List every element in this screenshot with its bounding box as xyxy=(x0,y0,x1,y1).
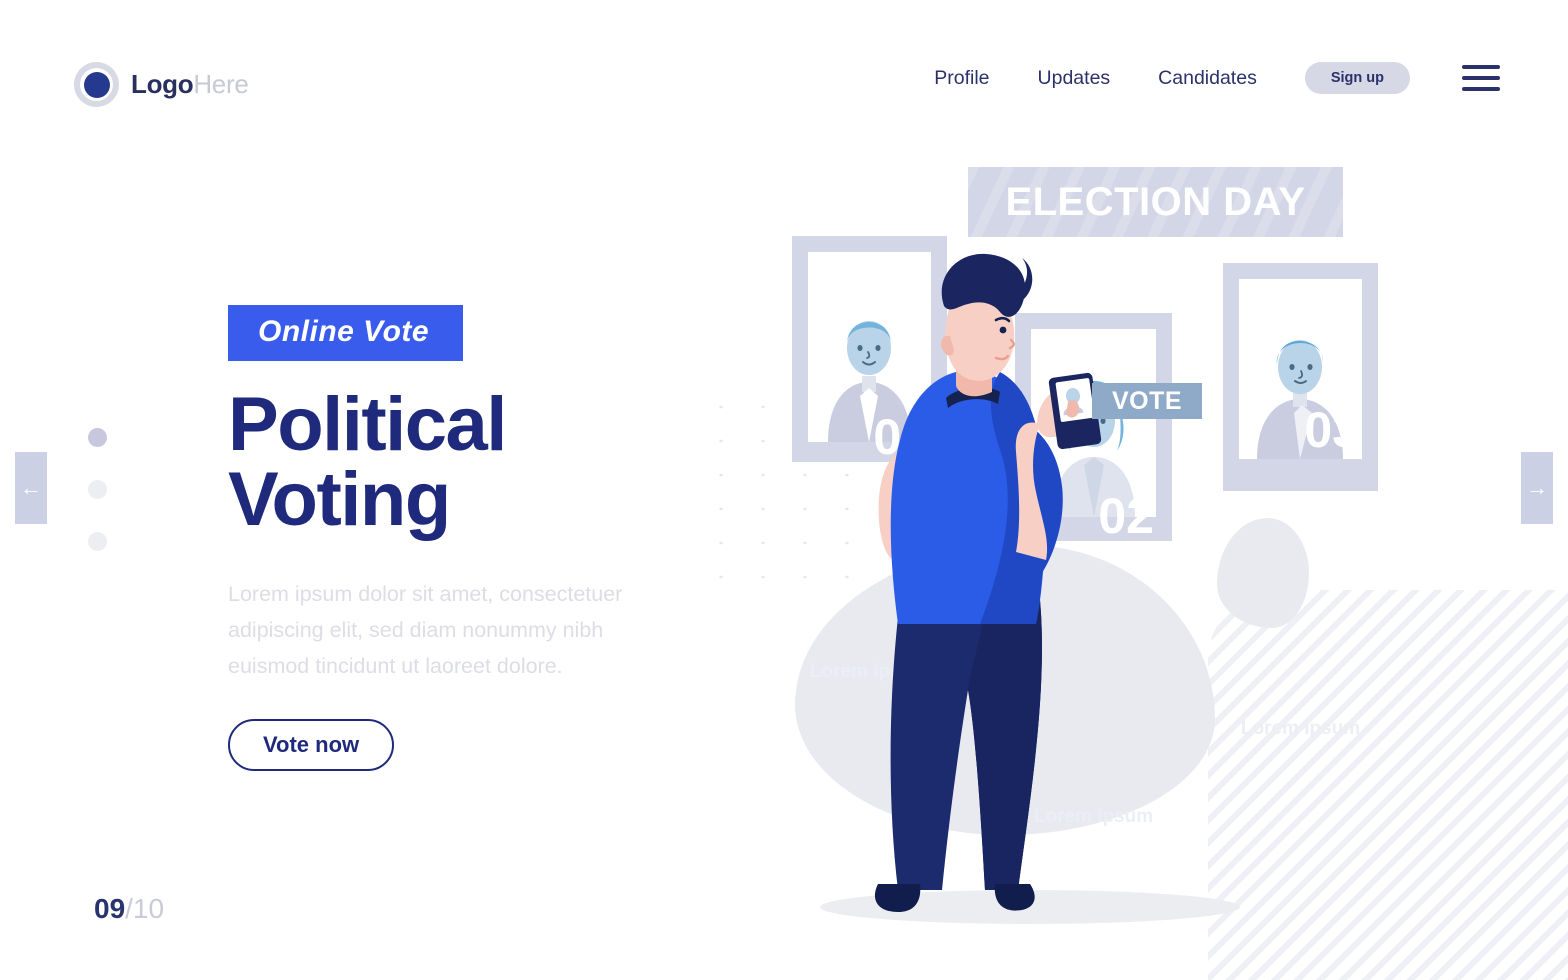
slide-counter-total: /10 xyxy=(125,893,165,924)
headline-line-2: Voting xyxy=(228,457,451,543)
slide-counter-current: 09 xyxy=(94,893,126,924)
slide-dot-3[interactable] xyxy=(88,532,107,551)
vote-badge: VOTE xyxy=(1092,383,1202,419)
hamburger-menu-icon[interactable] xyxy=(1462,65,1500,91)
slide-dot-2[interactable] xyxy=(88,480,107,499)
hero-tag: Online Vote xyxy=(228,305,464,361)
arrow-right-icon[interactable]: → xyxy=(1521,452,1553,524)
slide-dots xyxy=(88,428,107,584)
logo[interactable]: LogoHere xyxy=(74,62,249,107)
main-navigation: Profile Updates Candidates Sign up xyxy=(934,62,1500,94)
logo-text-bold: Logo xyxy=(131,69,194,99)
slide-dot-1[interactable] xyxy=(88,428,107,447)
nav-link-candidates[interactable]: Candidates xyxy=(1158,67,1257,90)
headline-line-1: Political xyxy=(228,382,507,467)
nav-link-updates[interactable]: Updates xyxy=(1038,67,1111,90)
landing-page: LogoHere Profile Updates Candidates Sign… xyxy=(0,0,1568,980)
arrow-left-icon[interactable]: ← xyxy=(15,452,47,524)
logo-text: LogoHere xyxy=(131,69,249,100)
circle-logo-icon xyxy=(74,62,119,107)
vote-now-button[interactable]: Vote now xyxy=(228,719,395,772)
slide-counter: 09/10 xyxy=(94,893,164,925)
logo-text-light: Here xyxy=(193,69,249,99)
hero-content: Online Vote Political Voting Lorem ipsum… xyxy=(228,305,748,772)
nav-link-profile[interactable]: Profile xyxy=(934,67,989,90)
hero-paragraph: Lorem ipsum dolor sit amet, consectetuer… xyxy=(228,582,623,679)
page-title: Political Voting xyxy=(228,387,748,538)
sign-up-button[interactable]: Sign up xyxy=(1304,62,1410,94)
site-header: LogoHere Profile Updates Candidates Sign… xyxy=(0,0,1568,165)
